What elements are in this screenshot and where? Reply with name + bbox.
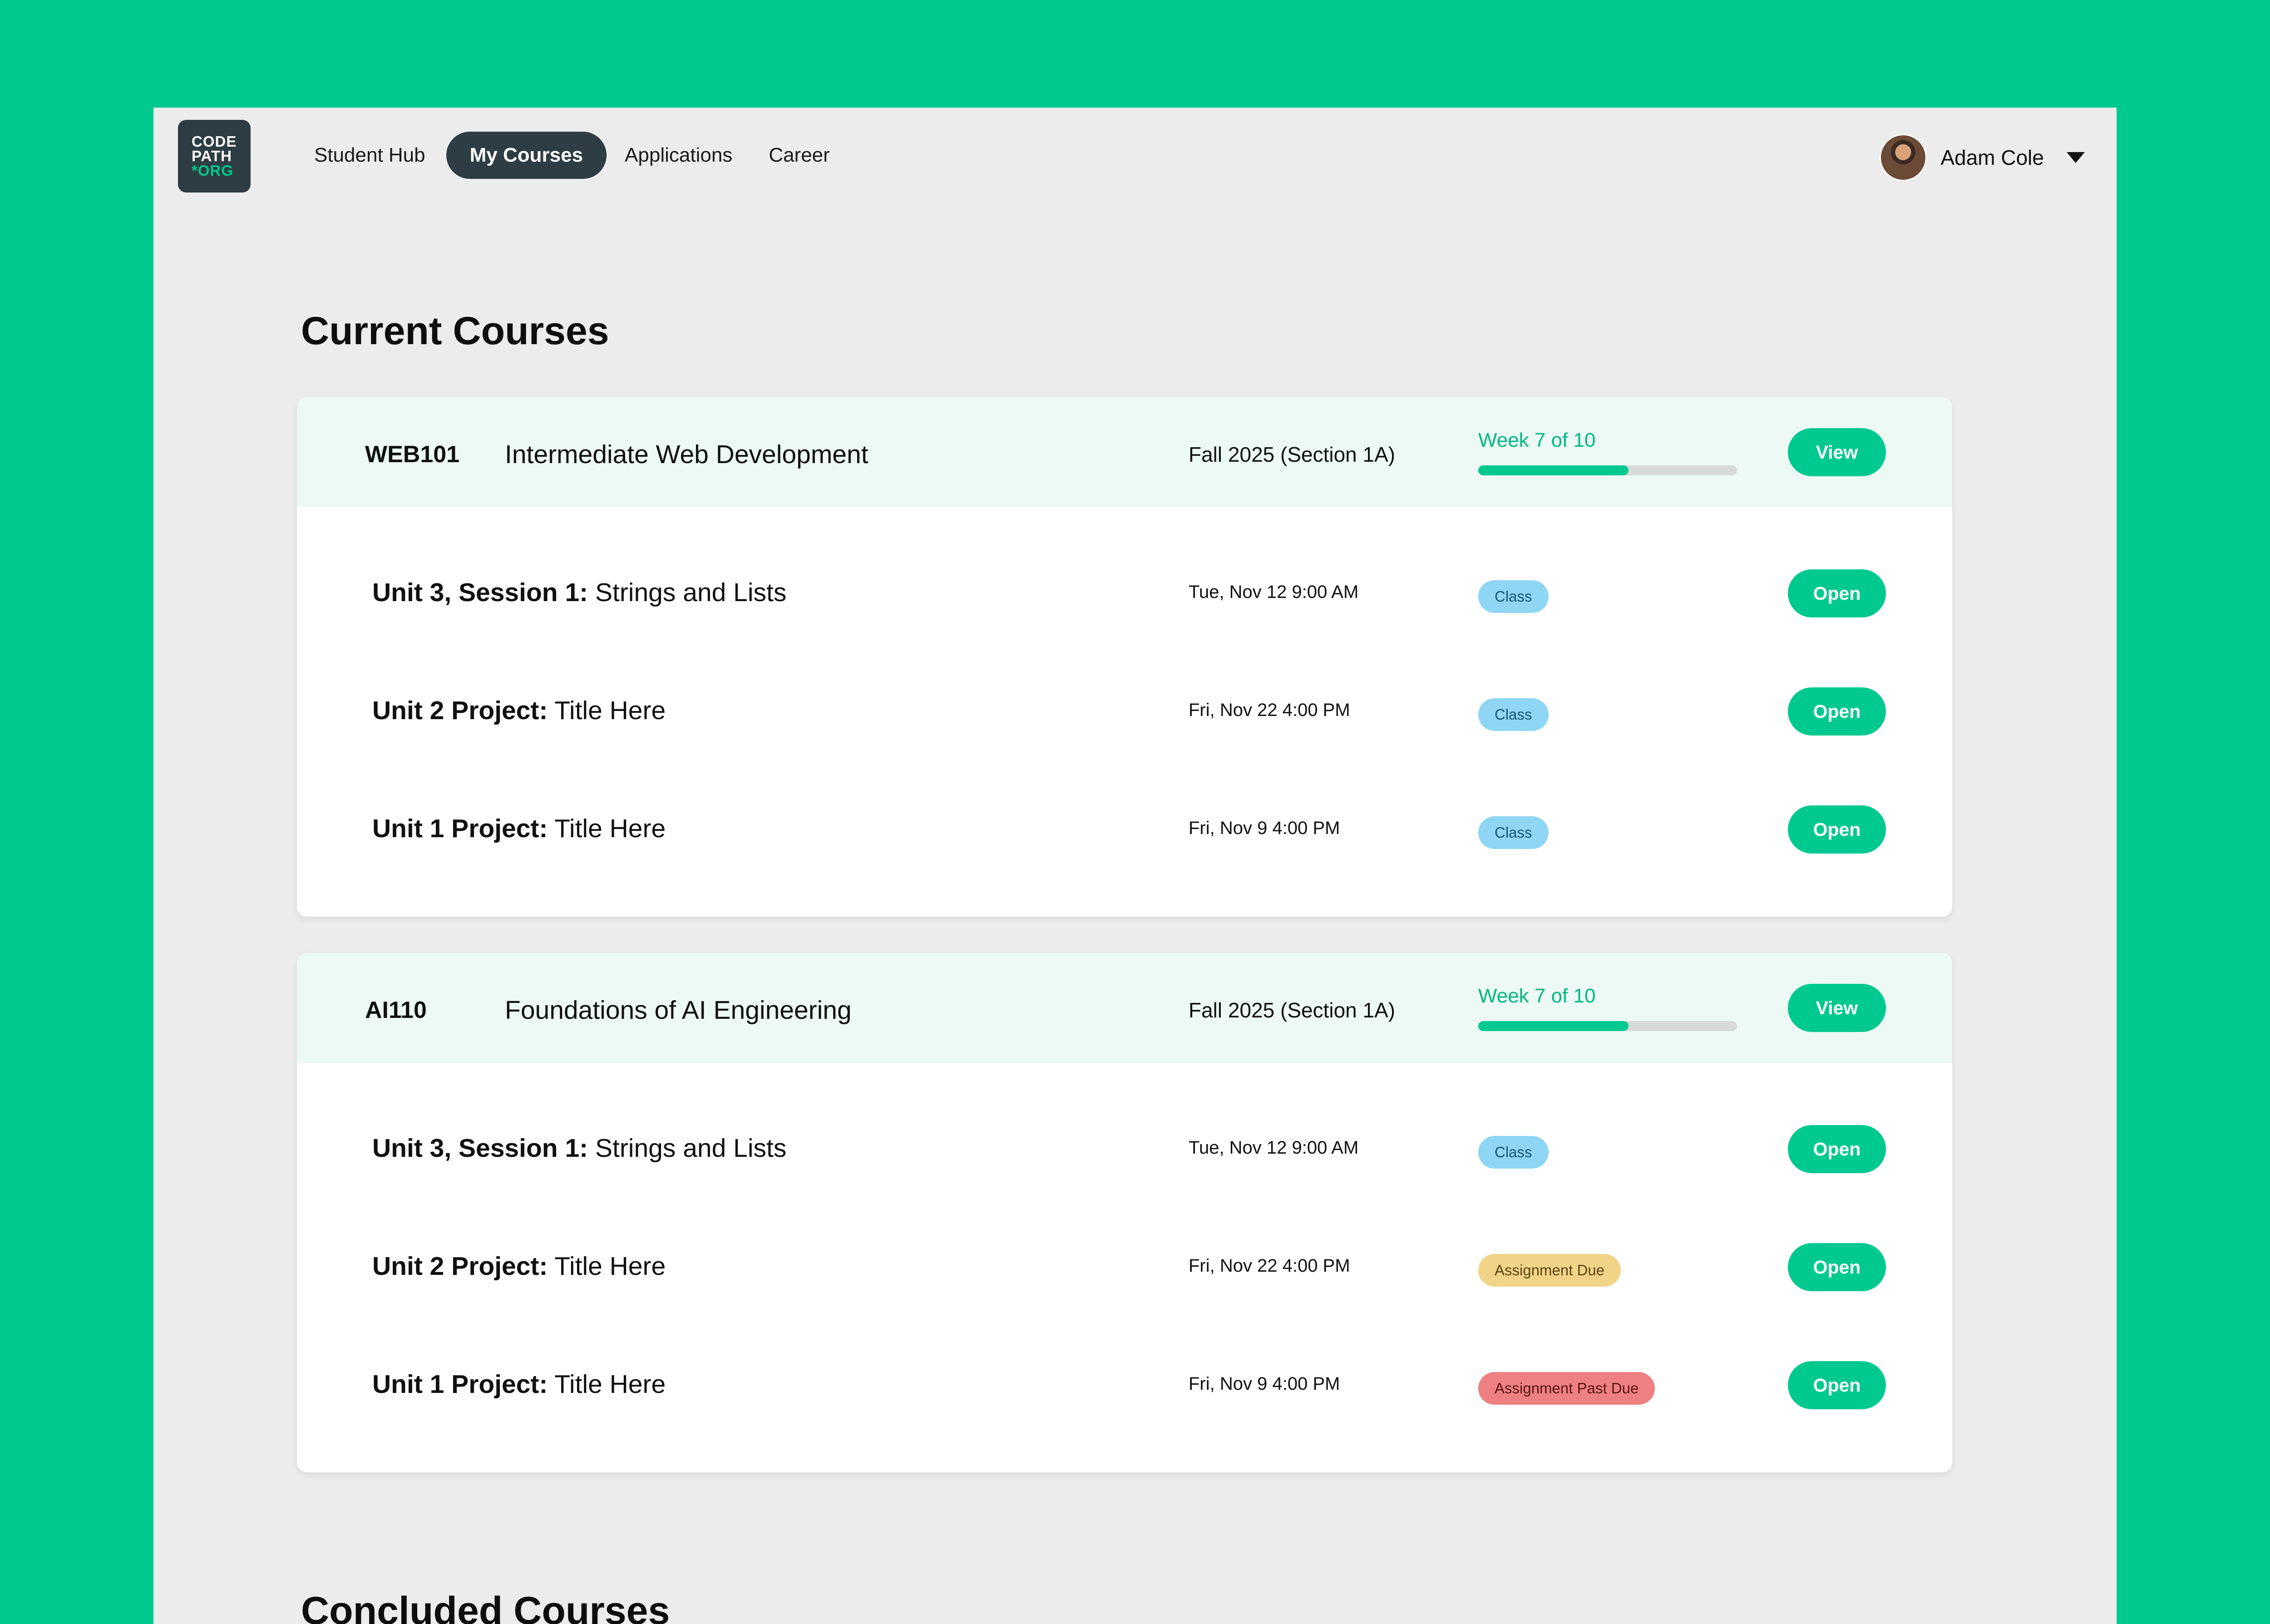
item-title: Unit 1 Project: Title Here — [372, 814, 666, 844]
item-title: Unit 2 Project: Title Here — [372, 1251, 666, 1281]
list-item: Unit 2 Project: Title Here Fri, Nov 22 4… — [297, 1206, 1952, 1324]
item-date: Tue, Nov 12 9:00 AM — [1189, 582, 1359, 602]
class-badge: Class — [1478, 1136, 1549, 1169]
item-title-text: Title Here — [554, 814, 666, 843]
course-header: WEB101 Intermediate Web Development Fall… — [297, 397, 1952, 507]
item-title-bold: Unit 1 Project: — [372, 814, 548, 843]
item-title: Unit 2 Project: Title Here — [372, 696, 666, 726]
nav-item-my-courses[interactable]: My Courses — [446, 132, 607, 179]
list-item: Unit 3, Session 1: Strings and Lists Tue… — [297, 1088, 1952, 1206]
item-title: Unit 3, Session 1: Strings and Lists — [372, 1133, 786, 1163]
list-item: Unit 3, Session 1: Strings and Lists Tue… — [297, 532, 1952, 650]
course-code: AI110 — [365, 997, 427, 1023]
item-date: Fri, Nov 22 4:00 PM — [1189, 700, 1350, 720]
item-date: Tue, Nov 12 9:00 AM — [1189, 1138, 1359, 1158]
item-title-bold: Unit 1 Project: — [372, 1370, 548, 1399]
item-title-bold: Unit 2 Project: — [372, 1252, 548, 1281]
assignment-due-badge: Assignment Due — [1478, 1254, 1621, 1287]
item-title-text: Strings and Lists — [595, 578, 787, 607]
progress-fill — [1478, 465, 1628, 475]
course-title: Foundations of AI Engineering — [505, 996, 852, 1025]
logo-line-3: *ORG — [192, 162, 234, 179]
logo-line-1: CODE — [192, 133, 237, 150]
view-course-button[interactable]: View — [1788, 428, 1886, 476]
item-title-text: Title Here — [554, 1370, 666, 1399]
course-card-ai110: AI110 Foundations of AI Engineering Fall… — [297, 953, 1952, 1472]
course-code: WEB101 — [365, 441, 460, 468]
class-badge: Class — [1478, 698, 1549, 731]
item-date: Fri, Nov 9 4:00 PM — [1189, 818, 1340, 838]
item-title-text: Title Here — [554, 696, 666, 725]
main-nav: Student Hub My Courses Applications Care… — [290, 132, 848, 179]
item-title: Unit 3, Session 1: Strings and Lists — [372, 578, 786, 607]
logo-line-2: PATH — [192, 148, 232, 164]
assignment-past-due-badge: Assignment Past Due — [1478, 1372, 1655, 1405]
codepath-logo[interactable]: CODE PATH *ORG — [178, 120, 251, 193]
item-title-text: Strings and Lists — [595, 1134, 787, 1163]
item-date: Fri, Nov 9 4:00 PM — [1189, 1374, 1340, 1394]
week-label: Week 7 of 10 — [1478, 985, 1596, 1007]
item-date: Fri, Nov 22 4:00 PM — [1189, 1256, 1350, 1276]
course-progress-bar — [1478, 465, 1737, 475]
list-item: Unit 1 Project: Title Here Fri, Nov 9 4:… — [297, 768, 1952, 886]
nav-item-student-hub[interactable]: Student Hub — [290, 132, 444, 179]
avatar[interactable] — [1880, 134, 1927, 181]
class-badge: Class — [1478, 816, 1549, 849]
current-courses-title: Current Courses — [301, 309, 609, 353]
course-title: Intermediate Web Development — [505, 440, 869, 469]
item-title: Unit 1 Project: Title Here — [372, 1369, 666, 1399]
course-term: Fall 2025 (Section 1A) — [1189, 443, 1396, 466]
chevron-down-icon[interactable] — [2067, 152, 2085, 163]
open-button[interactable]: Open — [1788, 569, 1886, 617]
list-item: Unit 2 Project: Title Here Fri, Nov 22 4… — [297, 650, 1952, 768]
user-menu[interactable]: Adam Cole — [1880, 133, 2085, 183]
item-title-text: Title Here — [554, 1252, 666, 1281]
course-progress-bar — [1478, 1021, 1737, 1031]
item-title-bold: Unit 3, Session 1: — [372, 578, 588, 607]
course-card-web101: WEB101 Intermediate Web Development Fall… — [297, 397, 1952, 917]
item-title-bold: Unit 2 Project: — [372, 696, 548, 725]
class-badge: Class — [1478, 580, 1549, 613]
open-button[interactable]: Open — [1788, 687, 1886, 735]
course-header: AI110 Foundations of AI Engineering Fall… — [297, 953, 1952, 1063]
week-label: Week 7 of 10 — [1478, 429, 1596, 451]
open-button[interactable]: Open — [1788, 1125, 1886, 1173]
nav-item-career[interactable]: Career — [750, 132, 848, 179]
user-name: Adam Cole — [1940, 146, 2044, 169]
list-item: Unit 1 Project: Title Here Fri, Nov 9 4:… — [297, 1324, 1952, 1442]
progress-fill — [1478, 1021, 1628, 1031]
open-button[interactable]: Open — [1788, 805, 1886, 854]
app-window: CODE PATH *ORG Student Hub My Courses Ap… — [153, 108, 2117, 1624]
concluded-courses-title: Concluded Courses — [301, 1589, 670, 1624]
item-title-bold: Unit 3, Session 1: — [372, 1134, 588, 1163]
course-term: Fall 2025 (Section 1A) — [1189, 998, 1396, 1022]
view-course-button[interactable]: View — [1788, 984, 1886, 1032]
nav-item-applications[interactable]: Applications — [607, 132, 750, 179]
open-button[interactable]: Open — [1788, 1243, 1886, 1291]
open-button[interactable]: Open — [1788, 1361, 1886, 1409]
